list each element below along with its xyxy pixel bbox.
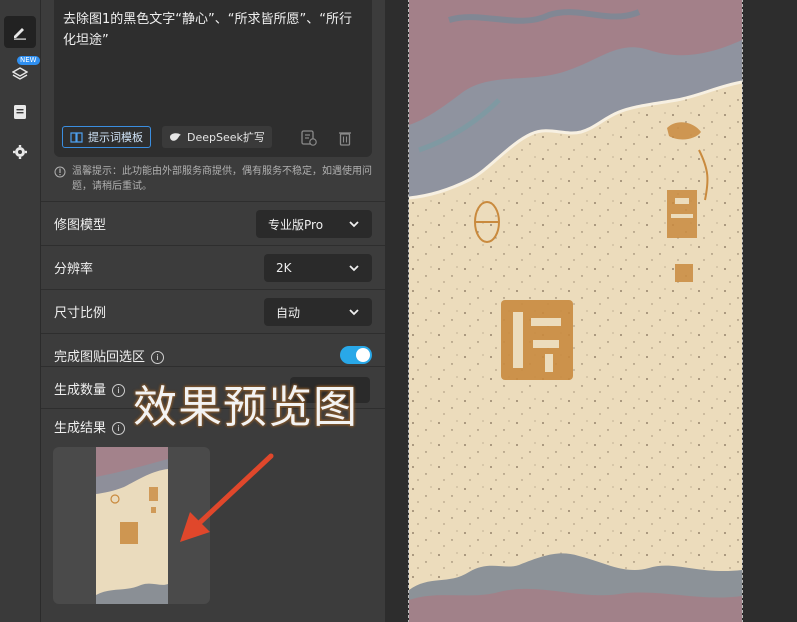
resolution-label: 分辨率 [54, 262, 94, 277]
settings-tool-button[interactable] [4, 136, 36, 168]
service-tip: 温馨提示：此功能由外部服务商提供，偶有服务不稳定，如遇使用问题，请稍后重试。 [54, 164, 372, 194]
poster-canvas[interactable] [408, 0, 743, 622]
count-label-wrap: 生成数量 i [54, 379, 126, 398]
prompt-template-button[interactable]: 提示词模板 [62, 126, 151, 148]
chevron-down-icon [349, 309, 359, 316]
left-toolbar: NEW [0, 0, 41, 622]
new-badge: NEW [17, 56, 40, 65]
model-select[interactable]: 专业版Pro [256, 210, 372, 238]
prompt-textarea[interactable]: 去除图1的黑色文字“静心”、“所求皆所愿”、“所行化坦途” [63, 9, 353, 51]
count-label: 生成数量 [54, 383, 107, 398]
info-circle-icon [54, 166, 66, 178]
deepseek-expand-button[interactable]: DeepSeek扩写 [162, 126, 272, 148]
poster-art [409, 0, 742, 622]
annotation-text: 效果预览图 [133, 382, 358, 433]
resolution-select[interactable]: 2K [264, 254, 372, 282]
resolution-value: 2K [276, 261, 292, 275]
prompt-template-label: 提示词模板 [88, 131, 143, 144]
chevron-down-icon [349, 265, 359, 272]
pencil-icon [14, 28, 26, 40]
info-icon[interactable]: i [151, 351, 165, 364]
paste-back-label-wrap: 完成图贴回选区 i [54, 346, 165, 365]
info-icon[interactable]: i [112, 384, 126, 397]
paste-back-label: 完成图贴回选区 [54, 350, 146, 365]
deepseek-expand-label: DeepSeek扩写 [187, 131, 265, 144]
result-thumbnail-art [96, 447, 168, 604]
paste-back-toggle[interactable] [340, 346, 372, 364]
trash-icon[interactable] [336, 129, 354, 147]
gear-icon [13, 145, 27, 159]
ratio-row: 尺寸比例 自动 [41, 289, 385, 333]
result-label: 生成结果 [54, 421, 107, 436]
ratio-select[interactable]: 自动 [264, 298, 372, 326]
model-label: 修图模型 [54, 218, 107, 233]
document-tool-button[interactable] [4, 96, 36, 128]
prompt-box[interactable]: 去除图1的黑色文字“静心”、“所求皆所愿”、“所行化坦途” 提示词模板 Deep… [54, 0, 372, 157]
model-row: 修图模型 专业版Pro [41, 201, 385, 245]
result-thumbnail[interactable] [96, 447, 168, 604]
resolution-row: 分辨率 2K [41, 245, 385, 289]
layers-icon [12, 67, 28, 80]
document-icon [14, 105, 26, 119]
service-tip-text: 温馨提示：此功能由外部服务商提供，偶有服务不稳定，如遇使用问题，请稍后重试。 [72, 166, 372, 192]
toggle-knob [356, 348, 370, 362]
annotation-arrow-icon [180, 453, 274, 542]
book-icon [70, 131, 83, 143]
chevron-down-icon [349, 221, 359, 228]
result-label-wrap: 生成结果 i [54, 417, 126, 436]
edit-tool-button[interactable] [4, 16, 36, 48]
info-icon[interactable]: i [112, 422, 126, 435]
history-icon[interactable] [300, 129, 318, 147]
deepseek-whale-icon [170, 133, 181, 141]
ratio-value: 自动 [276, 305, 301, 320]
model-value: 专业版Pro [268, 217, 324, 232]
ratio-label: 尺寸比例 [54, 306, 107, 321]
